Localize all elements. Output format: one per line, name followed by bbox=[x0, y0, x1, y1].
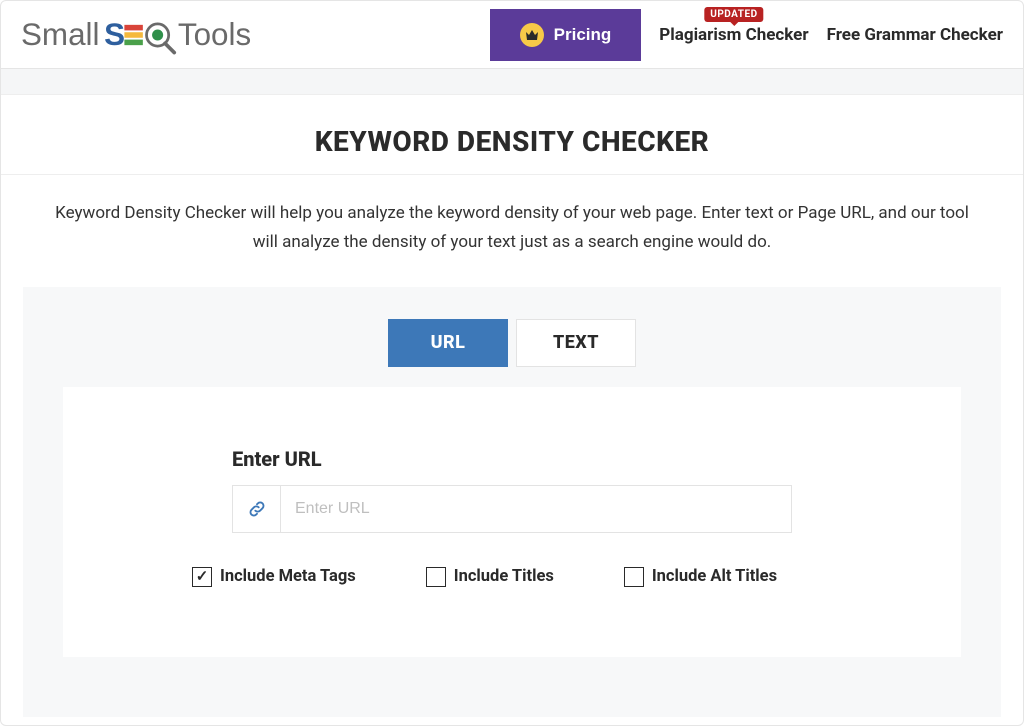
form-card: Enter URL Include Meta Tags Include Titl… bbox=[63, 387, 961, 657]
url-input-wrap bbox=[232, 485, 792, 533]
header-spacer bbox=[1, 69, 1023, 95]
checkbox-box bbox=[192, 567, 212, 587]
checkbox-label: Include Titles bbox=[454, 567, 554, 586]
checkbox-meta-tags[interactable]: Include Meta Tags bbox=[192, 567, 356, 587]
checkbox-titles[interactable]: Include Titles bbox=[426, 567, 554, 587]
tab-url[interactable]: URL bbox=[388, 319, 508, 367]
title-section: KEYWORD DENSITY CHECKER bbox=[1, 95, 1023, 175]
svg-text:S: S bbox=[104, 17, 125, 52]
pricing-button[interactable]: Pricing bbox=[490, 9, 642, 61]
tabs: URL TEXT bbox=[63, 319, 961, 367]
checkbox-alt-titles[interactable]: Include Alt Titles bbox=[624, 567, 777, 587]
checkbox-box bbox=[624, 567, 644, 587]
url-input[interactable] bbox=[281, 486, 791, 532]
link-icon bbox=[233, 486, 281, 532]
tool-area: URL TEXT Enter URL Include Meta Tags Inc… bbox=[23, 287, 1001, 717]
url-field-label: Enter URL bbox=[232, 447, 792, 471]
nav: Pricing UPDATED Plagiarism Checker Free … bbox=[490, 9, 1003, 61]
options-row: Include Meta Tags Include Titles Include… bbox=[192, 567, 792, 587]
header-bar: Small S Tools Pricing UPDATED Plagiarism… bbox=[1, 1, 1023, 69]
page-description: Keyword Density Checker will help you an… bbox=[1, 175, 1023, 287]
svg-text:Tools: Tools bbox=[178, 17, 251, 52]
checkbox-label: Include Meta Tags bbox=[220, 567, 356, 586]
nav-link-grammar[interactable]: Free Grammar Checker bbox=[827, 25, 1003, 45]
updated-badge: UPDATED bbox=[704, 7, 763, 22]
nav-link-plagiarism[interactable]: UPDATED Plagiarism Checker bbox=[659, 25, 808, 45]
crown-icon bbox=[520, 23, 544, 47]
checkbox-label: Include Alt Titles bbox=[652, 567, 777, 586]
checkbox-box bbox=[426, 567, 446, 587]
nav-link-label: Free Grammar Checker bbox=[827, 25, 1003, 45]
logo[interactable]: Small S Tools bbox=[21, 14, 261, 56]
page-title: KEYWORD DENSITY CHECKER bbox=[21, 125, 1003, 158]
nav-link-label: Plagiarism Checker bbox=[659, 25, 808, 45]
tab-text[interactable]: TEXT bbox=[516, 319, 636, 367]
pricing-label: Pricing bbox=[554, 25, 612, 45]
svg-text:Small: Small bbox=[21, 17, 99, 52]
